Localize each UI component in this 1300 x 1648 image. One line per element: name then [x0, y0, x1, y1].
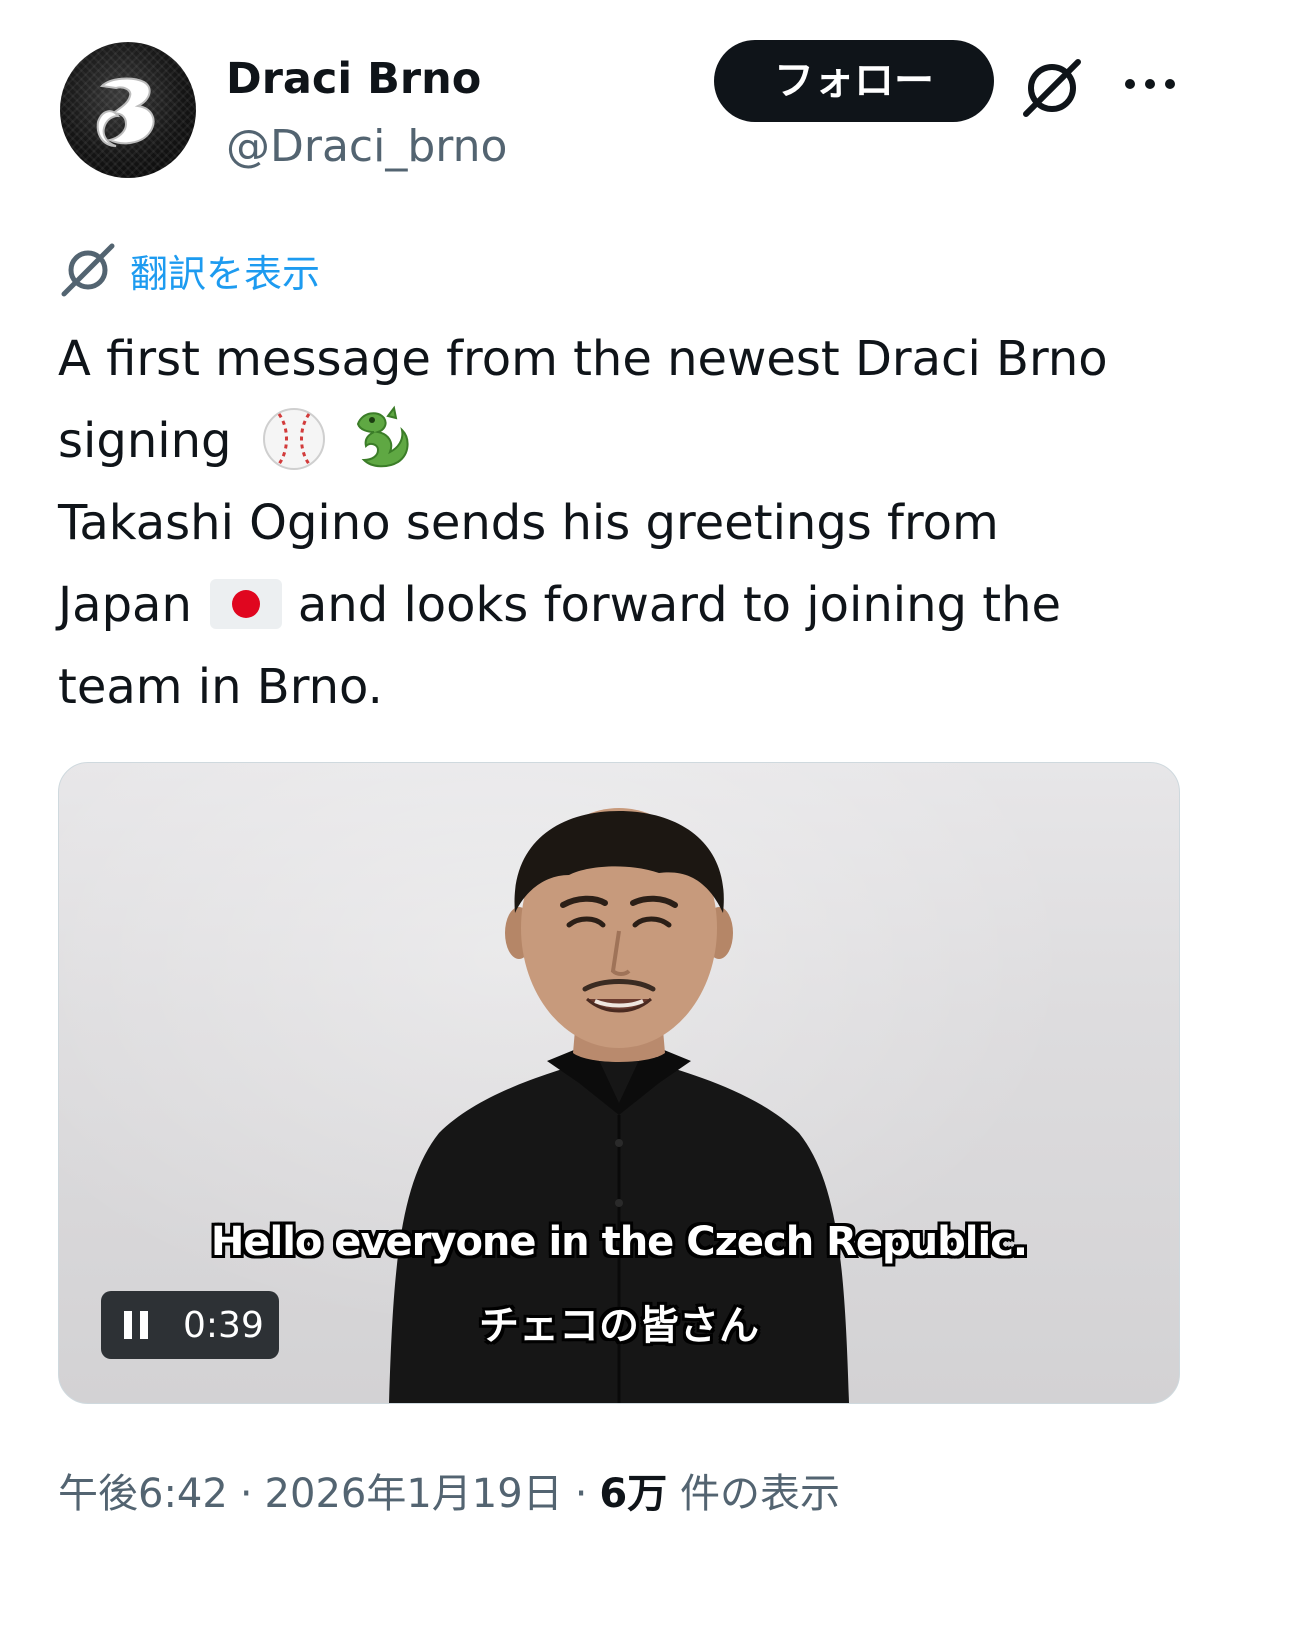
video-time: 0:39 — [183, 1304, 264, 1346]
tweet-line: signing — [58, 400, 1238, 482]
user-handle[interactable]: @Draci_brno — [226, 118, 507, 176]
tweet-line: Takashi Ogino sends his greetings from — [58, 495, 999, 551]
show-translation-label: 翻訳を表示 — [130, 251, 321, 296]
follow-button[interactable]: フォロー — [714, 40, 994, 122]
tweet-line: Japan and looks forward to joining the — [58, 564, 1238, 646]
tweet-meta: 午後6:42 · 2026年1月19日 · 6万 件の表示 — [58, 1464, 840, 1524]
video-pause-control[interactable]: 0:39 — [101, 1291, 279, 1359]
baseball-emoji-icon — [262, 408, 325, 470]
tweet-line: A first message from the newest Draci Br… — [58, 331, 1108, 387]
tweet-line-text: signing — [58, 413, 232, 469]
views-count: 6万 — [599, 1471, 668, 1517]
pause-icon — [124, 1311, 148, 1339]
dragon-emoji-icon — [356, 405, 409, 468]
grok-translate-icon — [61, 243, 115, 297]
meta-separator: · — [239, 1471, 253, 1517]
tweet-line-text: and looks forward to joining the — [297, 577, 1062, 633]
views-label: 件の表示 — [679, 1471, 840, 1517]
japan-flag-icon — [209, 579, 282, 629]
meta-separator: · — [574, 1471, 588, 1517]
post-time[interactable]: 午後6:42 — [58, 1471, 228, 1517]
video-subtitle-en: Hello everyone in the Czech Republic. — [210, 1219, 1028, 1265]
post-date[interactable]: 2026年1月19日 — [265, 1471, 563, 1517]
draci-brno-logo-icon — [96, 77, 155, 147]
avatar[interactable] — [60, 42, 196, 178]
tweet-text: A first message from the newest Draci Br… — [58, 318, 1238, 728]
grok-icon[interactable] — [1018, 54, 1086, 122]
tweet-line-text: Japan — [58, 577, 192, 633]
tweet-line: team in Brno. — [58, 659, 383, 715]
show-translation-link[interactable]: 翻訳を表示 — [58, 240, 320, 300]
video-player[interactable]: Hello everyone in the Czech Republic. チェ… — [58, 762, 1180, 1404]
display-name[interactable]: Draci Brno — [226, 50, 481, 108]
more-dots-icon[interactable] — [1120, 64, 1180, 104]
